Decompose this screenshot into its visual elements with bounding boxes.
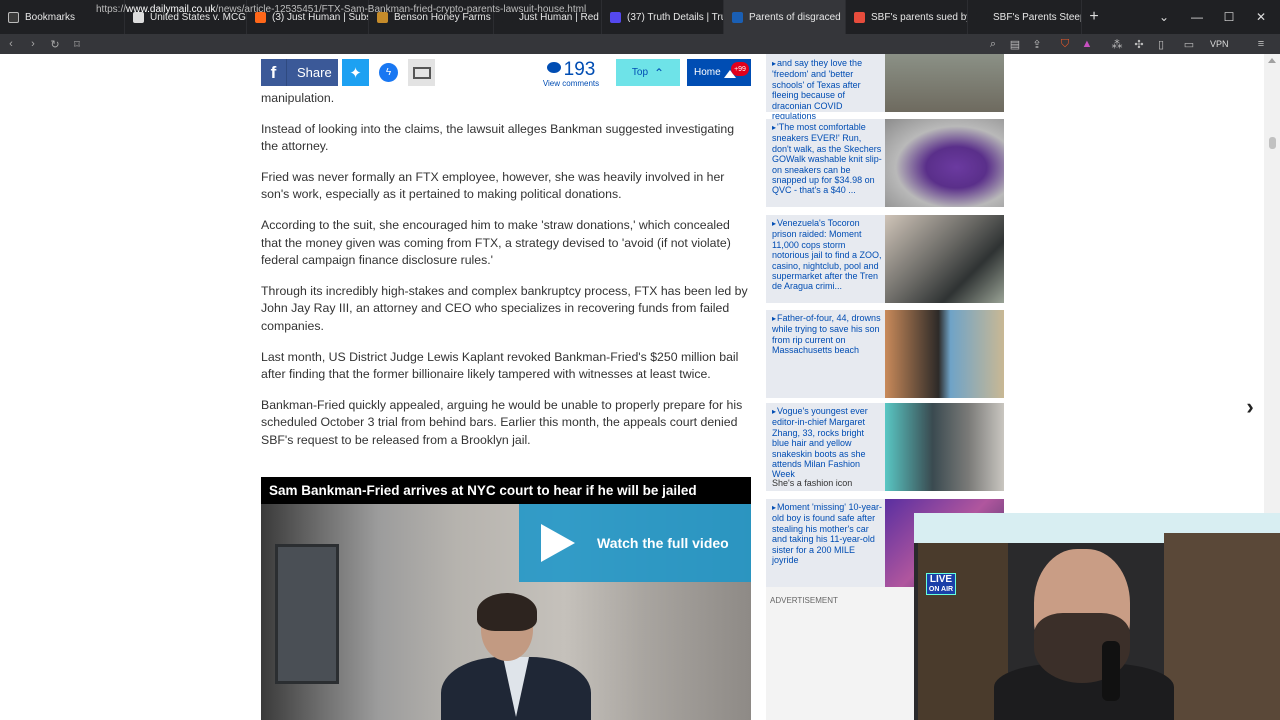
bookmarks-icon [8,11,19,23]
twitter-share-button[interactable]: ✦ [342,59,369,86]
rail-story-headline[interactable]: Venezuela's Tocoron prison raided: Momen… [772,218,882,292]
url-host: www.dailymail.co.uk [126,4,216,15]
reader-icon[interactable]: ▤ [1004,34,1026,54]
close-window-icon[interactable]: ✕ [1244,0,1278,34]
email-share-button[interactable] [408,59,435,86]
scroll-thumb[interactable] [1269,137,1276,149]
webcam-overlay: LIVE ON AIR [914,513,1280,720]
tab-label: SBF's Parents Steeped In [993,11,1081,23]
video-title: Sam Bankman-Fried arrives at NYC court t… [261,477,751,504]
share-icon[interactable]: ⇪ [1026,34,1048,54]
extension-icon[interactable]: ⁂ [1106,34,1128,54]
sneakers-photo [885,119,1004,207]
article-paragraph: Instead of looking into the claims, the … [261,121,735,154]
rail-story-subtitle: She's a fashion icon [772,478,853,488]
prison-raid-photo [885,215,1004,303]
article-paragraph: Fried was never formally an FTX employee… [261,169,725,202]
tab-label: Bookmarks [25,11,76,23]
rail-story[interactable]: Father-of-four, 44, drowns while trying … [766,310,1004,398]
rail-story-headline[interactable]: and say they love the 'freedom' and 'bet… [772,58,882,121]
url-prefix: https:// [96,4,127,15]
watch-full-video-button[interactable]: Watch the full video [519,504,751,582]
bookmark-icon[interactable]: ⌑ [66,34,88,54]
family-photo [885,54,1004,112]
microphone [1102,641,1120,701]
back-to-top-button[interactable]: Top ⌃ [616,59,680,86]
live-label: LIVE [929,574,953,585]
rewards-icon[interactable]: ▲ [1076,34,1098,54]
zoom-icon[interactable]: ⌕ [982,34,1004,54]
back-icon[interactable]: ‹ [0,34,22,54]
play-icon [541,524,575,562]
rail-story-headline[interactable]: Moment 'missing' 10-year-old boy is foun… [772,502,882,565]
wallet-icon[interactable]: ▭ [1178,34,1200,54]
view-comments-label: View comments [542,79,600,88]
sidebar-icon[interactable]: ▯ [1150,34,1172,54]
video-player[interactable]: Sam Bankman-Fried arrives at NYC court t… [261,477,751,720]
rail-story-headline[interactable]: Father-of-four, 44, drowns while trying … [772,313,882,356]
new-tab-button[interactable]: + [1082,8,1106,26]
chevron-up-icon: ⌃ [654,65,665,80]
bookshelf-right [1164,533,1280,720]
scroll-up-icon[interactable] [1268,58,1276,63]
menu-icon[interactable]: ≡ [1250,34,1272,54]
comment-count: 193 [563,59,596,80]
advertisement-slot [766,587,914,720]
on-air-label: ON AIR [928,586,954,593]
watch-label: Watch the full video [597,535,729,551]
messenger-share-button[interactable]: ϟ [375,59,402,86]
url-field[interactable]: https://www.dailymail.co.uk/news/article… [96,2,976,18]
home-button[interactable]: Home +99 [687,59,751,86]
email-icon [412,66,431,79]
advertisement-label: ADVERTISEMENT [770,596,838,605]
article-paragraph: According to the suit, she encouraged hi… [261,217,731,268]
twitter-icon: ✦ [349,64,362,82]
rail-story[interactable]: and say they love the 'freedom' and 'bet… [766,54,1004,121]
vpn-button[interactable]: VPN [1210,34,1229,54]
brave-shield-icon[interactable]: ⛉ [1054,34,1076,54]
blank-icon [976,11,987,23]
view-comments-link[interactable]: 193 View comments [536,60,606,90]
web-page: f Share ✦ ϟ 193 View comments Top ⌃ Home… [0,54,1280,720]
next-article-chevron-icon[interactable]: › [1232,354,1268,460]
home-badge: +99 [731,62,749,76]
rail-story-headline[interactable]: 'The most comfortable sneakers EVER!' Ru… [772,122,882,196]
rail-story[interactable]: 'The most comfortable sneakers EVER!' Ru… [766,119,1004,207]
facebook-share-button[interactable]: f Share [261,59,338,86]
article-paragraph: Bankman-Fried quickly appealed, arguing … [261,397,743,447]
comment-bubble-icon [546,62,561,73]
article-paragraph: Through its incredibly high-stakes and c… [261,283,748,333]
share-label: Share [297,65,332,80]
top-label: Top [631,67,649,78]
home-label: Home [694,67,721,78]
beach-photo [885,310,1004,398]
messenger-icon: ϟ [379,63,398,82]
url-path: /news/article-12535451/FTX-Sam-Bankman-f… [215,4,587,15]
reload-icon[interactable]: ↻ [44,34,66,54]
rail-story[interactable]: Vogue's youngest ever editor-in-chief Ma… [766,403,1004,491]
share-bar: f Share ✦ ϟ 193 View comments Top ⌃ Home… [261,59,751,90]
article-paragraph: manipulation. [261,91,335,105]
rail-story[interactable]: Venezuela's Tocoron prison raided: Momen… [766,215,1004,303]
minimize-icon[interactable]: — [1180,0,1214,34]
article-body: manipulation. Instead of looking into th… [261,90,751,463]
maximize-icon[interactable]: ☐ [1212,0,1246,34]
live-on-air-sign: LIVE ON AIR [926,573,956,595]
tab-list-chevron-icon[interactable]: ⌄ [1147,0,1181,34]
article-paragraph: Last month, US District Judge Lewis Kapl… [261,349,739,382]
puzzle-icon[interactable]: ✣ [1128,34,1150,54]
forward-icon[interactable]: › [22,34,44,54]
tab-sbf-parents-steeped[interactable]: SBF's Parents Steeped In [968,0,1082,34]
person-figure [441,593,591,720]
building-window [275,544,339,684]
rail-story-headline[interactable]: Vogue's youngest ever editor-in-chief Ma… [772,406,882,480]
facebook-icon: f [261,59,287,86]
fashion-photo [885,403,1004,491]
